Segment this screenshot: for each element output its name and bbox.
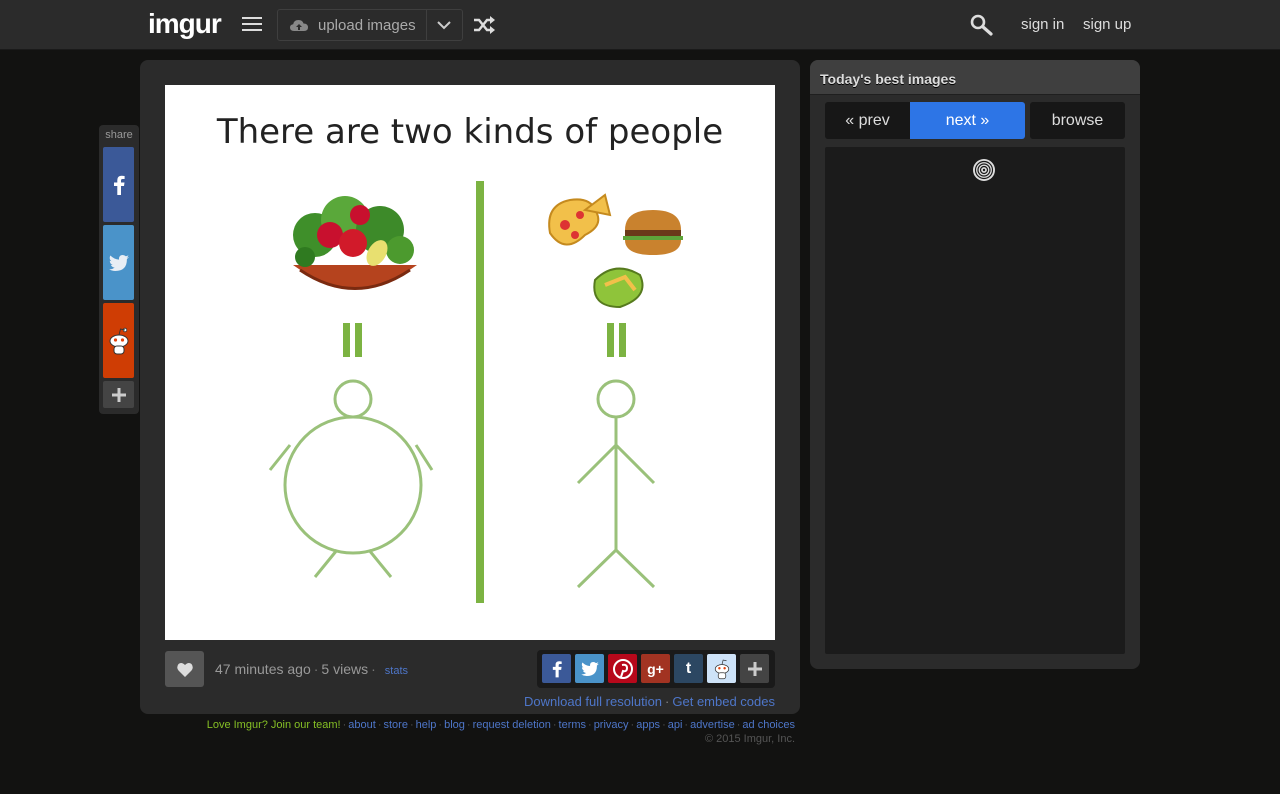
image-panel: There are two kinds of people 47 minutes… <box>140 60 800 714</box>
footer-links: Love Imgur? Join our team! · about · store · h… <box>206 719 795 731</box>
embed-codes-link[interactable]: Get embed codes <box>672 694 775 709</box>
stats-link[interactable]: stats <box>385 665 408 677</box>
top-bar: imgur upload images sign in sign up <box>0 0 1280 50</box>
footer-link-terms[interactable]: terms <box>559 719 587 731</box>
random-shuffle-icon[interactable] <box>472 15 496 35</box>
twitter-share-button[interactable] <box>103 225 134 300</box>
upload-images-label: upload images <box>318 16 416 34</box>
footer-link-ad-choices[interactable]: ad choices <box>742 719 795 731</box>
footer-link-help[interactable]: help <box>416 719 437 731</box>
share-label: share <box>105 129 133 141</box>
junk-food-illustration <box>548 193 683 309</box>
browse-button[interactable]: browse <box>1030 102 1125 139</box>
copyright: © 2015 Imgur, Inc. <box>704 733 795 745</box>
upload-group: upload images <box>277 9 463 41</box>
image-meta: 47 minutes ago · 5 views · stats <box>215 661 408 677</box>
gallery-thumbnails <box>825 147 1125 654</box>
footer-link-store[interactable]: store <box>383 719 407 731</box>
facebook-icon <box>113 175 125 195</box>
footer-link-api[interactable]: api <box>668 719 683 731</box>
upload-dropdown-button[interactable] <box>425 10 462 40</box>
fat-figure-illustration <box>268 379 434 578</box>
todays-best-panel: Today's best images « prev next » browse <box>810 60 1140 669</box>
menu-icon[interactable] <box>242 17 262 33</box>
next-button[interactable]: next » <box>910 102 1025 139</box>
footer-link-blog[interactable]: blog <box>444 719 465 731</box>
footer-link-request-deletion[interactable]: request deletion <box>473 719 551 731</box>
pinterest-icon[interactable] <box>608 654 637 683</box>
prev-button[interactable]: « prev <box>825 102 910 139</box>
main-image[interactable]: There are two kinds of people <box>165 85 775 640</box>
footer-link-about[interactable]: about <box>348 719 376 731</box>
footer-link-apps[interactable]: apps <box>636 719 660 731</box>
favorite-button[interactable] <box>165 651 204 687</box>
facebook-share-button[interactable] <box>103 147 134 222</box>
search-icon[interactable] <box>970 14 994 36</box>
reddit-icon <box>109 327 128 354</box>
reddit-share-button[interactable] <box>103 303 134 378</box>
twitter-icon <box>108 254 129 271</box>
download-full-resolution-link[interactable]: Download full resolution <box>524 694 662 709</box>
footer-link-advertise[interactable]: advertise <box>690 719 735 731</box>
salad-bowl-illustration <box>293 196 417 290</box>
share-row: g+ t <box>537 650 775 688</box>
loading-spinner-icon <box>972 158 996 187</box>
google-plus-icon[interactable]: g+ <box>641 654 670 683</box>
twitter-icon[interactable] <box>575 654 604 683</box>
reddit-icon[interactable] <box>707 654 736 683</box>
thin-figure-illustration <box>576 379 656 589</box>
facebook-icon[interactable] <box>542 654 571 683</box>
gallery-nav: « prev next » browse <box>825 102 1125 139</box>
heart-icon <box>176 662 193 677</box>
cloud-upload-icon <box>290 19 308 31</box>
upload-images-button[interactable]: upload images <box>278 10 426 40</box>
sign-in-link[interactable]: sign in <box>1021 16 1064 33</box>
tumblr-icon[interactable]: t <box>674 654 703 683</box>
sign-up-link[interactable]: sign up <box>1083 16 1131 33</box>
view-count: 5 views <box>321 661 369 677</box>
more-icon[interactable] <box>740 654 769 683</box>
footer: Love Imgur? Join our team! · about · store · h… <box>207 719 795 746</box>
plus-icon <box>111 387 126 402</box>
more-share-button[interactable] <box>103 381 134 408</box>
side-panel-title: Today's best images <box>810 60 1140 95</box>
image-age: 47 minutes ago <box>215 661 311 677</box>
image-heading: There are two kinds of people <box>216 112 723 152</box>
footer-link-privacy[interactable]: privacy <box>594 719 629 731</box>
share-sidebar: share <box>99 125 139 414</box>
chevron-down-icon <box>437 20 451 29</box>
join-team-link[interactable]: Love Imgur? Join our team! <box>207 719 341 731</box>
imgur-logo[interactable]: imgur <box>148 10 222 38</box>
download-links: Download full resolution · Get embed codes <box>524 694 775 709</box>
